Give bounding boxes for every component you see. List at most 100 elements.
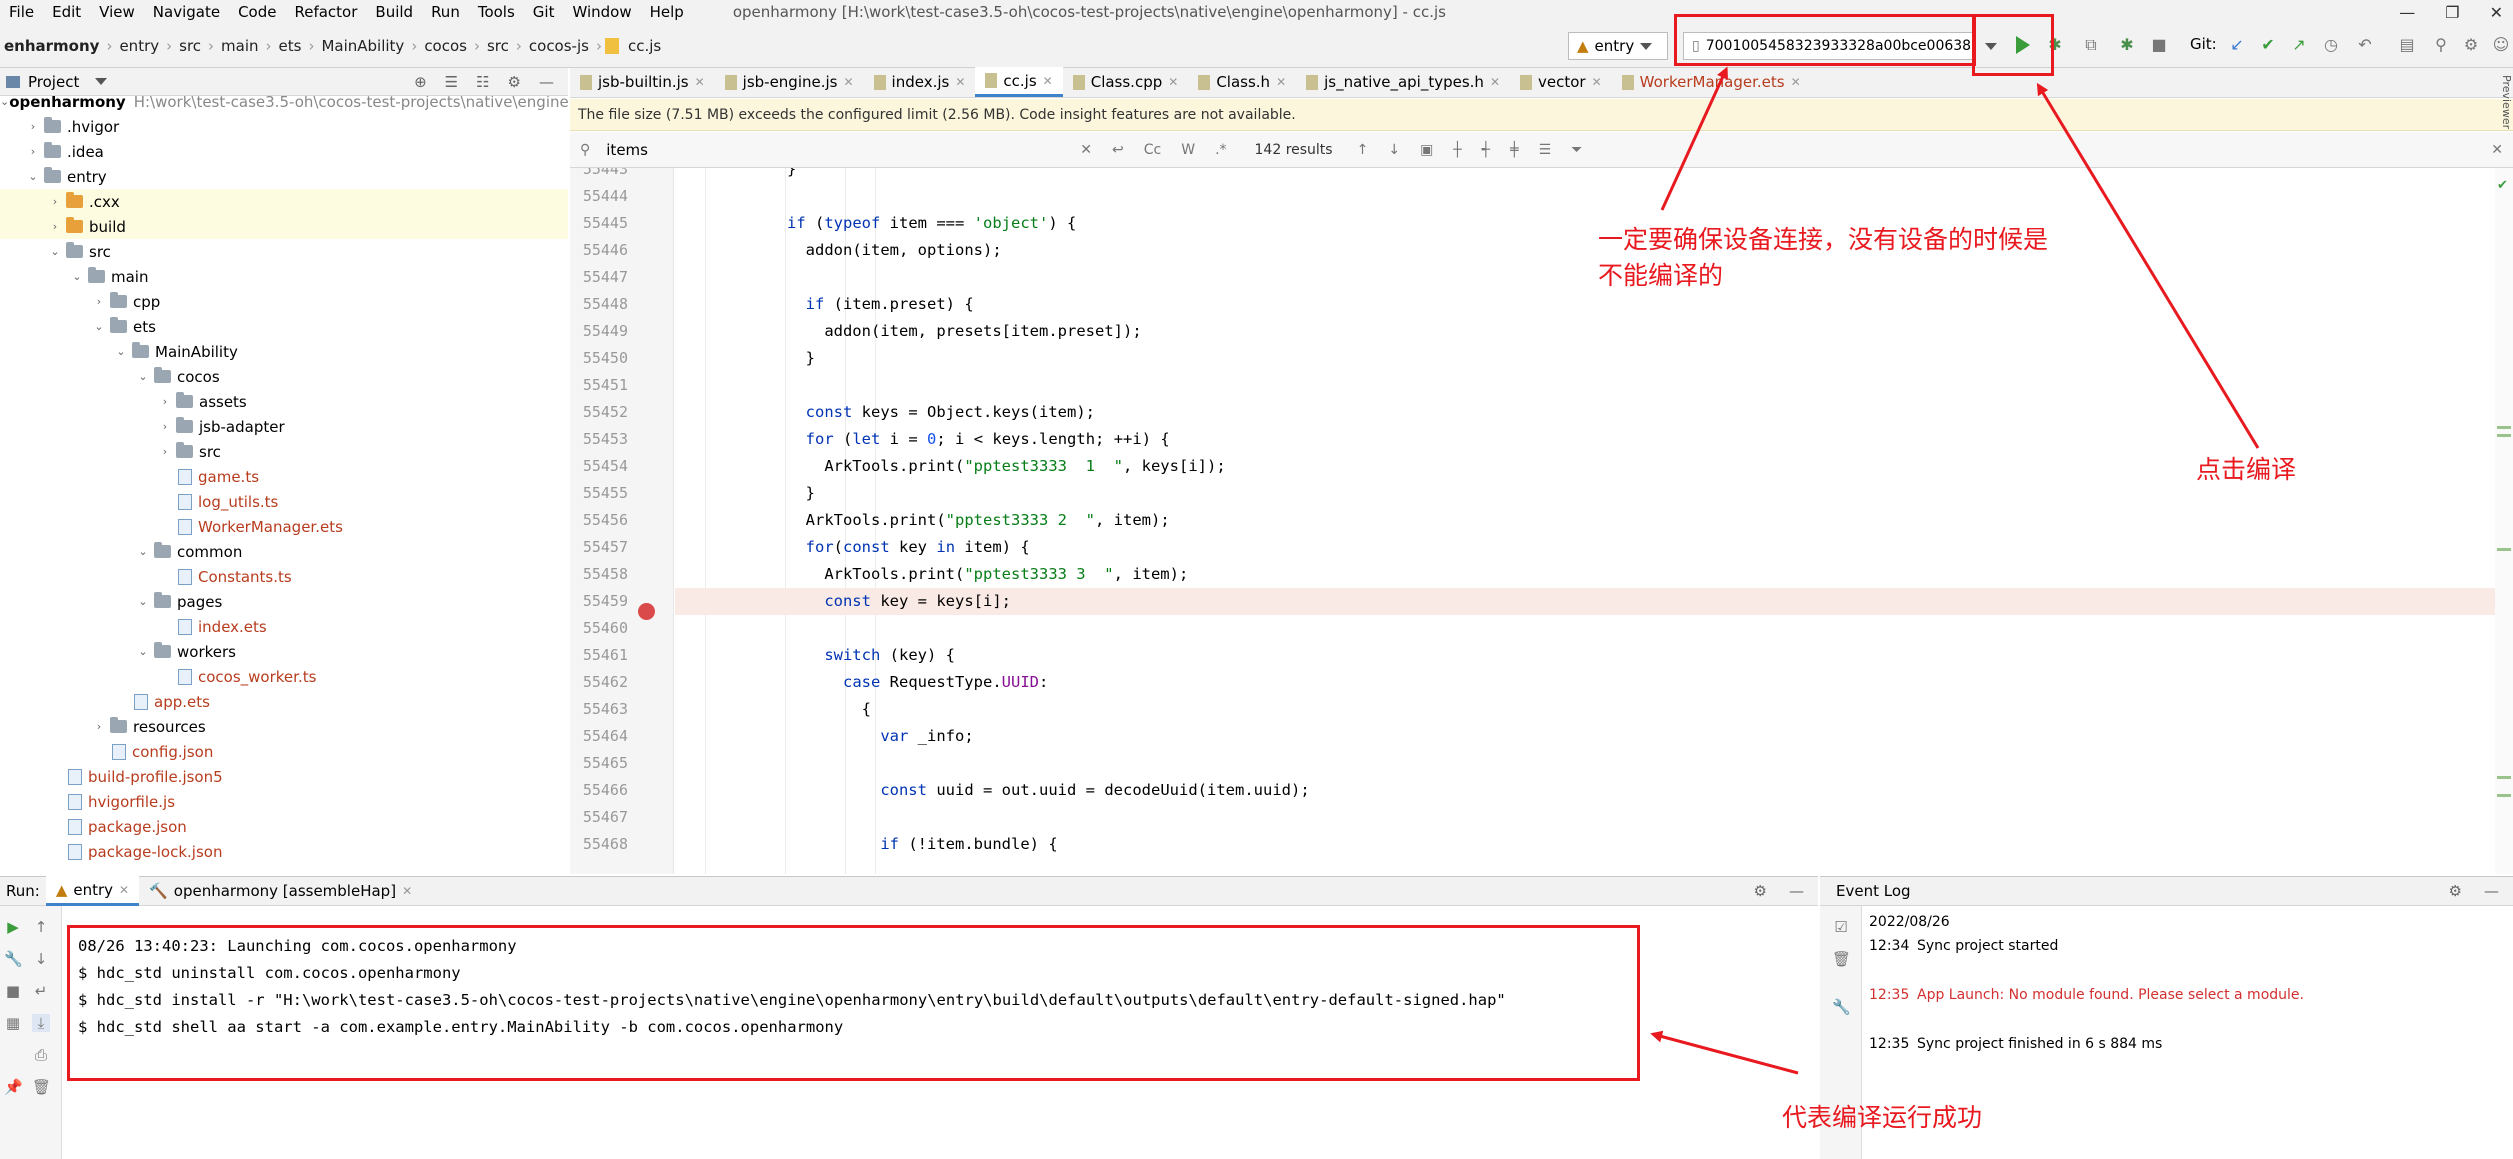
project-tree-item[interactable]: › src	[0, 439, 568, 464]
project-tree-item[interactable]: ⌄ ets	[0, 314, 568, 339]
project-tree-item[interactable]: › jsb-adapter	[0, 414, 568, 439]
git-push-icon[interactable]: ↗	[2290, 36, 2308, 54]
close-icon[interactable]: ✕	[1490, 75, 1500, 89]
close-icon[interactable]: ✕	[1592, 75, 1602, 89]
avatar-icon[interactable]: ☺	[2492, 36, 2510, 54]
close-icon[interactable]: ✕	[955, 75, 965, 89]
project-structure-icon[interactable]: ▤	[2398, 36, 2416, 54]
locate-icon[interactable]: ⊕	[414, 73, 427, 91]
breadcrumb-file[interactable]: cc.js	[624, 37, 665, 55]
line-number[interactable]: 55455	[570, 480, 628, 507]
breadcrumb-ets[interactable]: ets	[275, 37, 306, 55]
stop-icon[interactable]: ■	[2150, 36, 2168, 54]
close-icon[interactable]: ✕	[402, 884, 412, 898]
line-number[interactable]: 55458	[570, 561, 628, 588]
close-icon[interactable]: ✕	[695, 75, 705, 89]
hide-icon[interactable]: —	[2484, 882, 2499, 900]
hide-icon[interactable]: —	[1789, 882, 1804, 900]
event-entry-error[interactable]: 12:35 App Launch: No module found. Please…	[1869, 987, 2304, 1003]
line-number[interactable]: 55466	[570, 777, 628, 804]
line-number[interactable]: 55461	[570, 642, 628, 669]
chevron-right-icon[interactable]: ›	[92, 295, 106, 308]
project-panel-title[interactable]: Project	[28, 73, 79, 91]
breadcrumb-cocos[interactable]: cocos	[420, 37, 471, 55]
line-number[interactable]: 55452	[570, 399, 628, 426]
project-tree-item[interactable]: Constants.ts	[0, 564, 568, 589]
close-icon[interactable]: ✕	[1791, 75, 1801, 89]
chevron-down-icon[interactable]: ⌄	[0, 96, 9, 108]
attach-debugger-icon[interactable]: ⧉	[2082, 36, 2100, 54]
chevron-right-icon[interactable]: ›	[158, 420, 172, 433]
tab-cc-js[interactable]: cc.js ✕	[975, 67, 1063, 97]
breadcrumb-main[interactable]: main	[217, 37, 262, 55]
line-number[interactable]: 55450	[570, 345, 628, 372]
tab-vector[interactable]: vector ✕	[1510, 67, 1612, 97]
line-number[interactable]: 55467	[570, 804, 628, 831]
chevron-down-icon[interactable]: ⌄	[114, 345, 128, 358]
project-tree-item[interactable]: ⌄ cocos	[0, 364, 568, 389]
trash-icon[interactable]: 🗑	[32, 1078, 51, 1096]
line-number[interactable]: 55465	[570, 750, 628, 777]
breadcrumb-project[interactable]: enharmony	[0, 37, 103, 55]
project-tree-item[interactable]: › .hvigor	[0, 114, 568, 139]
project-tree-item[interactable]: package.json	[0, 814, 568, 839]
git-update-icon[interactable]: ↙	[2228, 36, 2246, 54]
rerun-icon[interactable]: ▶	[4, 918, 22, 936]
chevron-down-icon[interactable]: ⌄	[70, 270, 84, 283]
chevron-down-icon[interactable]: ⌄	[136, 370, 150, 383]
line-number[interactable]: 55460	[570, 615, 628, 642]
soft-wrap-icon[interactable]: ↵	[32, 982, 50, 1000]
menu-code[interactable]: Code	[229, 0, 285, 24]
run-configuration-dropdown[interactable]: ▲ entry	[1568, 32, 1668, 60]
project-tree-item[interactable]: ⌄ entry	[0, 164, 568, 189]
close-icon[interactable]: ✕	[1043, 74, 1053, 88]
chevron-down-icon[interactable]: ⌄	[136, 545, 150, 558]
tab-class-h[interactable]: Class.h ✕	[1188, 67, 1296, 97]
line-number[interactable]: 55459	[570, 588, 628, 615]
line-number[interactable]: 55443	[570, 168, 628, 183]
search-input[interactable]	[600, 136, 1071, 163]
project-tree-item[interactable]: WorkerManager.ets	[0, 514, 568, 539]
project-tree-item[interactable]: › .cxx	[0, 189, 568, 214]
project-tree-item[interactable]: build-profile.json5	[0, 764, 568, 789]
menu-build[interactable]: Build	[366, 0, 422, 24]
menu-refactor[interactable]: Refactor	[285, 0, 366, 24]
restore-icon[interactable]: ❐	[2445, 3, 2459, 22]
menu-tools[interactable]: Tools	[469, 0, 524, 24]
line-number[interactable]: 55447	[570, 264, 628, 291]
scroll-to-end-icon[interactable]: ⤓	[32, 1014, 50, 1032]
line-number[interactable]: 55454	[570, 453, 628, 480]
close-icon[interactable]: ✕	[2490, 3, 2503, 22]
regex-history-icon[interactable]: ↩	[1112, 142, 1124, 158]
menu-navigate[interactable]: Navigate	[144, 0, 229, 24]
project-tree-item[interactable]: › resources	[0, 714, 568, 739]
expand-all-icon[interactable]: ☰	[445, 73, 458, 91]
chevron-right-icon[interactable]: ›	[26, 145, 40, 158]
run-tab-assemblehap[interactable]: 🔨 openharmony [assembleHap] ✕	[139, 876, 422, 906]
chevron-down-icon[interactable]: ⌄	[92, 320, 106, 333]
history-icon[interactable]: ◷	[2322, 36, 2340, 54]
tab-class-cpp[interactable]: Class.cpp ✕	[1063, 67, 1189, 97]
open-in-window-icon[interactable]: ▣	[1420, 142, 1433, 158]
layout-icon[interactable]: ▦	[4, 1014, 22, 1032]
project-tree-item[interactable]: ⌄ MainAbility	[0, 339, 568, 364]
chevron-right-icon[interactable]: ›	[92, 720, 106, 733]
breakpoint-icon[interactable]	[638, 603, 655, 620]
clear-icon[interactable]: ✕	[1080, 142, 1092, 158]
gear-icon[interactable]: ⚙	[2449, 882, 2462, 900]
wrench-icon[interactable]: 🔧	[1832, 998, 1851, 1016]
select-all-occurrences-icon[interactable]: ╪	[1510, 142, 1518, 158]
line-number[interactable]: 55456	[570, 507, 628, 534]
settings-icon[interactable]: ⚙	[2462, 36, 2480, 54]
chevron-right-icon[interactable]: ›	[48, 220, 62, 233]
remove-occurrence-icon[interactable]: ┽	[1482, 142, 1490, 158]
close-icon[interactable]: ✕	[843, 75, 853, 89]
chevron-right-icon[interactable]: ›	[26, 120, 40, 133]
line-number[interactable]: 55445	[570, 210, 628, 237]
project-tree-item[interactable]: hvigorfile.js	[0, 789, 568, 814]
tab-jsb-builtin[interactable]: jsb-builtin.js ✕	[570, 67, 715, 97]
project-tree-item[interactable]: config.json	[0, 739, 568, 764]
line-number[interactable]: 55453	[570, 426, 628, 453]
menu-git[interactable]: Git	[524, 0, 564, 24]
project-tree-item[interactable]: ⌄ common	[0, 539, 568, 564]
